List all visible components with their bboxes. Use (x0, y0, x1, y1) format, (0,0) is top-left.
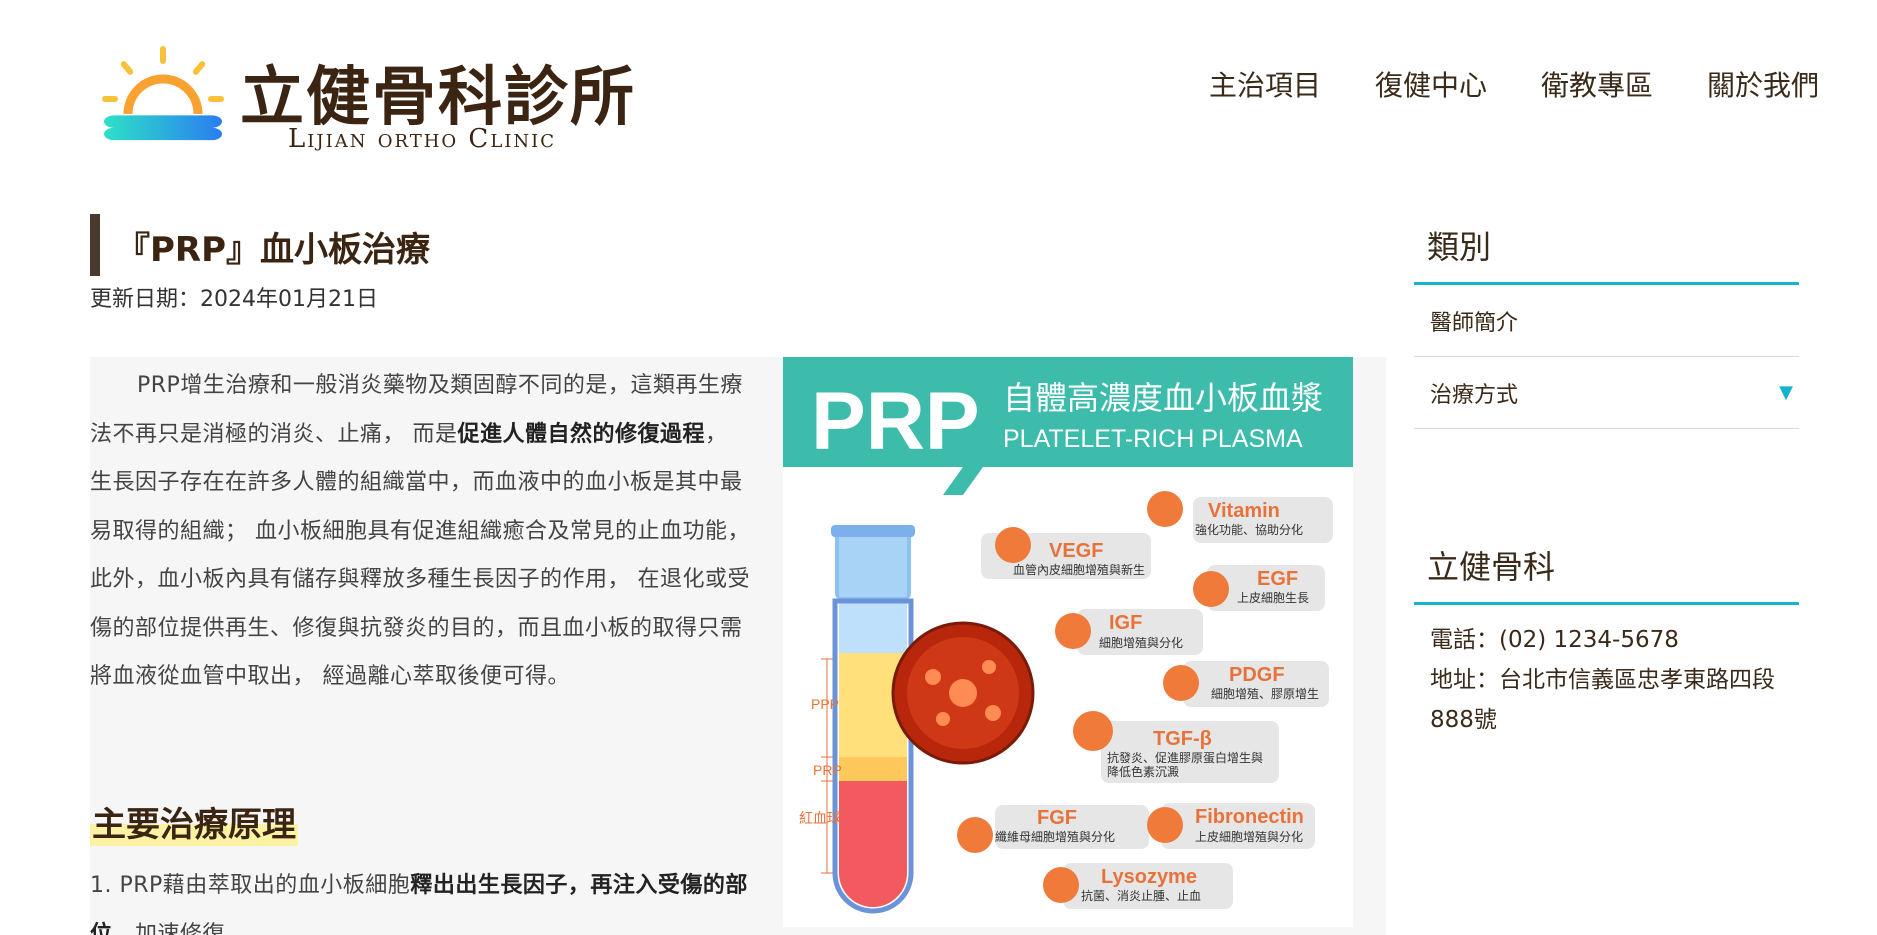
tube-label-ppp: PPP (811, 696, 839, 712)
factor-tgf-beta: TGF-β 抗發炎、促進膠原蛋白增生與 降低色素沉澱 (1073, 711, 1279, 783)
sidebar-category-title: 類別 (1427, 228, 1492, 266)
clinic-phone: 電話：(02) 1234-5678 (1430, 627, 1679, 653)
svg-text:PDGF: PDGF (1229, 664, 1285, 686)
intro-paragraph: PRP增生治療和一般消炎藥物及類固醇不同的是，這類再生療法不再只是消極的消炎、止… (90, 362, 750, 702)
factor-egf: EGF 上皮細胞生長 (1193, 565, 1325, 611)
principle-text-1: 1. PRP藉由萃取出的血小板細胞 (90, 873, 411, 898)
nav-item-health-education[interactable]: 衛教專區 (1541, 64, 1653, 104)
tube-label-prp: PRP (813, 762, 842, 778)
section-heading: 主要治療原理 (90, 797, 298, 846)
principle-text-2: ，加速修復。 (112, 921, 248, 935)
sidebar-item-treatment-methods[interactable]: 治療方式 ▼ (1414, 357, 1799, 429)
main-nav: 主治項目 復健中心 衛教專區 關於我們 (1209, 64, 1819, 104)
banner-big-text: PRP (811, 376, 980, 467)
sun-bone-logo-icon (102, 46, 224, 141)
sidebar-item-doctor-intro[interactable]: 醫師簡介 (1414, 285, 1799, 357)
page-title: 『PRP』血小板治療 (116, 230, 431, 270)
svg-text:Vitamin: Vitamin (1208, 500, 1280, 522)
sidebar-item-label: 醫師簡介 (1430, 310, 1519, 336)
nav-item-about-us[interactable]: 關於我們 (1707, 64, 1819, 104)
clinic-logo[interactable]: 立健骨科診所 Lijian ortho Clinic (100, 40, 640, 160)
svg-text:細胞增殖與分化: 細胞增殖與分化 (1099, 635, 1183, 650)
clinic-address: 地址：台北市信義區忠孝東路四段888號 (1430, 667, 1775, 733)
prp-infographic-svg: PRP 自體高濃度血小板血漿 PLATELET-RICH PLASMA PPP … (783, 357, 1353, 914)
svg-text:抗發炎、促進膠原蛋白增生與: 抗發炎、促進膠原蛋白增生與 (1107, 750, 1263, 765)
factor-vitamin: Vitamin 強化功能、協助分化 (1147, 491, 1333, 543)
banner-cn-text: 自體高濃度血小板血漿 (1003, 379, 1323, 417)
svg-text:降低色素沉澱: 降低色素沉澱 (1107, 765, 1179, 779)
svg-text:Fibronectin: Fibronectin (1195, 806, 1304, 828)
update-date: 更新日期：2024年01月21日 (90, 287, 378, 312)
svg-text:抗菌、消炎止腫、止血: 抗菌、消炎止腫、止血 (1081, 888, 1201, 903)
svg-text:Lysozyme: Lysozyme (1101, 866, 1197, 888)
nav-item-rehab-center[interactable]: 復健中心 (1375, 64, 1487, 104)
svg-text:細胞增殖、膠原增生: 細胞增殖、膠原增生 (1211, 686, 1319, 701)
svg-text:FGF: FGF (1037, 807, 1077, 829)
svg-text:血管內皮細胞增殖與新生: 血管內皮細胞增殖與新生 (1013, 562, 1145, 577)
principle-item-1: 1. PRP藉由萃取出的血小板細胞釋出出生長因子，再注入受傷的部位，加速修復。 (90, 862, 750, 935)
prp-infographic: PRP 自體高濃度血小板血漿 PLATELET-RICH PLASMA PPP … (783, 357, 1353, 927)
intro-bold-text: 促進人體自然的修復過程 (457, 421, 706, 447)
svg-text:上皮細胞生長: 上皮細胞生長 (1237, 591, 1309, 605)
svg-text:纖維母細胞增殖與分化: 纖維母細胞增殖與分化 (995, 829, 1115, 844)
sidebar-clinic-divider (1414, 602, 1799, 605)
nav-item-treatments[interactable]: 主治項目 (1209, 64, 1321, 104)
logo-name-en: Lijian ortho Clinic (288, 124, 557, 154)
banner-en-text: PLATELET-RICH PLASMA (1003, 425, 1303, 453)
sidebar-clinic-title: 立健骨科 (1427, 548, 1556, 586)
factor-vegf: VEGF 血管內皮細胞增殖與新生 (981, 527, 1151, 579)
sidebar-item-label: 治療方式 (1430, 382, 1519, 408)
svg-text:TGF-β: TGF-β (1153, 728, 1212, 750)
svg-text:IGF: IGF (1109, 612, 1142, 634)
factor-pdgf: PDGF 細胞增殖、膠原增生 (1163, 661, 1329, 707)
factor-fgf: FGF 纖維母細胞增殖與分化 (957, 805, 1149, 853)
factor-fibronectin: Fibronectin 上皮細胞增殖與分化 (1147, 803, 1315, 849)
chevron-down-icon[interactable]: ▼ (1779, 382, 1793, 403)
svg-text:VEGF: VEGF (1049, 540, 1103, 562)
factor-lysozyme: Lysozyme 抗菌、消炎止腫、止血 (1043, 863, 1233, 909)
title-accent-bar (90, 214, 100, 276)
svg-text:EGF: EGF (1257, 568, 1298, 590)
factor-igf: IGF 細胞增殖與分化 (1055, 609, 1203, 655)
tube-label-rbc: 紅血球 (799, 811, 841, 827)
svg-text:強化功能、協助分化: 強化功能、協助分化 (1195, 522, 1303, 537)
intro-text-2: ，生長因子存在在許多人體的組織當中，而血液中的血小板是其中最易取得的組織； 血小… (90, 421, 750, 690)
svg-text:上皮細胞增殖與分化: 上皮細胞增殖與分化 (1195, 829, 1303, 844)
